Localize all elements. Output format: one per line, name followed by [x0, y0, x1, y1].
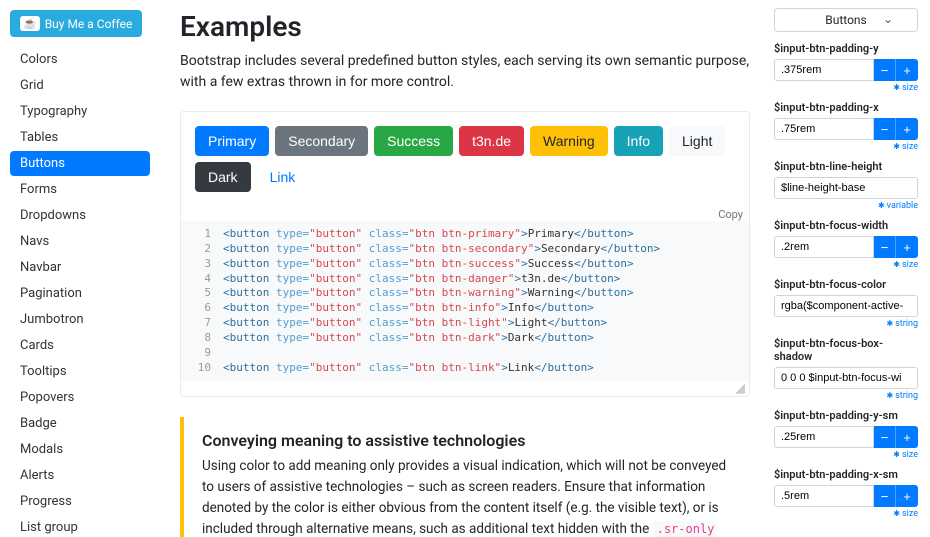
resize-handle-icon[interactable]: ◢ [181, 381, 749, 396]
sidebar-item-buttons[interactable]: Buttons [10, 151, 150, 176]
sidebar-item-grid[interactable]: Grid [10, 73, 150, 98]
sidebar-nav: ColorsGridTypographyTablesButtonsFormsDr… [10, 47, 150, 537]
variable-hint[interactable]: size [774, 142, 918, 152]
sidebar: ☕ Buy Me a Coffee ColorsGridTypographyTa… [0, 0, 160, 537]
variable-input-btn-padding-y: $input-btn-padding-y −+ size [774, 42, 918, 93]
variable-input[interactable] [774, 177, 918, 199]
sidebar-item-modals[interactable]: Modals [10, 437, 150, 462]
decrement-button[interactable]: − [874, 59, 896, 81]
variable-hint[interactable]: size [774, 260, 918, 270]
decrement-button[interactable]: − [874, 426, 896, 448]
sidebar-item-navbar[interactable]: Navbar [10, 255, 150, 280]
code-line: 1<button type="button" class="btn btn-pr… [189, 227, 741, 242]
sidebar-item-navs[interactable]: Navs [10, 229, 150, 254]
variable-input-btn-padding-y-sm: $input-btn-padding-y-sm −+ size [774, 409, 918, 460]
variable-label: $input-btn-padding-y [774, 42, 918, 55]
increment-button[interactable]: + [896, 485, 918, 507]
page-title: Examples [180, 10, 750, 43]
increment-button[interactable]: + [896, 426, 918, 448]
variable-input[interactable] [774, 426, 874, 448]
sidebar-item-tooltips[interactable]: Tooltips [10, 359, 150, 384]
success-button[interactable]: Success [374, 126, 453, 156]
copy-button[interactable]: Copy [181, 206, 749, 221]
variable-label: $input-btn-focus-width [774, 219, 918, 232]
sidebar-item-progress[interactable]: Progress [10, 489, 150, 514]
callout-body: Using color to add meaning only provides… [202, 456, 732, 537]
danger-button[interactable]: t3n.de [459, 126, 524, 156]
variable-input-btn-focus-width: $input-btn-focus-width −+ size [774, 219, 918, 270]
variable-label: $input-btn-padding-x [774, 101, 918, 114]
variable-label: $input-btn-padding-y-sm [774, 409, 918, 422]
callout-warning: Conveying meaning to assistive technolog… [180, 417, 750, 537]
variable-input-btn-focus-color: $input-btn-focus-color string [774, 278, 918, 329]
increment-button[interactable]: + [896, 118, 918, 140]
sidebar-item-tables[interactable]: Tables [10, 125, 150, 150]
sidebar-item-typography[interactable]: Typography [10, 99, 150, 124]
variable-hint[interactable]: string [774, 319, 918, 329]
variables-panel: Buttons $input-btn-padding-y−+size$input… [770, 0, 930, 537]
info-button[interactable]: Info [614, 126, 663, 156]
buy-coffee-button[interactable]: ☕ Buy Me a Coffee [10, 10, 142, 37]
main-content: Examples Bootstrap includes several pred… [160, 0, 770, 537]
variable-input-btn-padding-x: $input-btn-padding-x −+ size [774, 101, 918, 152]
sidebar-item-badge[interactable]: Badge [10, 411, 150, 436]
variable-input[interactable] [774, 485, 874, 507]
lead-text: Bootstrap includes several predefined bu… [180, 51, 750, 93]
sidebar-item-cards[interactable]: Cards [10, 333, 150, 358]
increment-button[interactable]: + [896, 236, 918, 258]
primary-button[interactable]: Primary [195, 126, 269, 156]
example-box: PrimarySecondarySuccesst3n.deWarningInfo… [180, 111, 750, 397]
example-buttons-row: PrimarySecondarySuccesst3n.deWarningInfo… [181, 112, 749, 206]
code-block[interactable]: 1<button type="button" class="btn btn-pr… [181, 221, 749, 381]
variable-label: $input-btn-focus-box-shadow [774, 337, 918, 363]
variable-input-btn-line-height: $input-btn-line-height variable [774, 160, 918, 211]
coffee-icon: ☕ [20, 16, 40, 31]
variable-input-btn-focus-box-shadow: $input-btn-focus-box-shadow string [774, 337, 918, 401]
sidebar-item-pagination[interactable]: Pagination [10, 281, 150, 306]
link-button[interactable]: Link [257, 162, 309, 192]
section-dropdown[interactable]: Buttons [774, 8, 918, 32]
warning-button[interactable]: Warning [530, 126, 608, 156]
variable-hint[interactable]: string [774, 391, 918, 401]
variable-hint[interactable]: variable [774, 201, 918, 211]
secondary-button[interactable]: Secondary [275, 126, 368, 156]
sidebar-item-popovers[interactable]: Popovers [10, 385, 150, 410]
code-line: 2<button type="button" class="btn btn-se… [189, 242, 741, 257]
code-line: 3<button type="button" class="btn btn-su… [189, 257, 741, 272]
sidebar-item-jumbotron[interactable]: Jumbotron [10, 307, 150, 332]
variable-input[interactable] [774, 295, 918, 317]
code-line: 9 [189, 346, 741, 361]
variable-input-btn-padding-x-sm: $input-btn-padding-x-sm −+ size [774, 468, 918, 519]
dark-button[interactable]: Dark [195, 162, 251, 192]
variable-input[interactable] [774, 236, 874, 258]
variable-input[interactable] [774, 59, 874, 81]
code-line: 10<button type="button" class="btn btn-l… [189, 361, 741, 376]
buy-coffee-label: Buy Me a Coffee [45, 17, 133, 31]
variable-label: $input-btn-padding-x-sm [774, 468, 918, 481]
sidebar-item-forms[interactable]: Forms [10, 177, 150, 202]
sidebar-item-colors[interactable]: Colors [10, 47, 150, 72]
sidebar-item-list-group[interactable]: List group [10, 515, 150, 537]
variable-hint[interactable]: size [774, 450, 918, 460]
variable-label: $input-btn-focus-color [774, 278, 918, 291]
variable-input[interactable] [774, 367, 918, 389]
variable-hint[interactable]: size [774, 83, 918, 93]
light-button[interactable]: Light [669, 126, 725, 156]
code-line: 4<button type="button" class="btn btn-da… [189, 272, 741, 287]
decrement-button[interactable]: − [874, 118, 896, 140]
decrement-button[interactable]: − [874, 236, 896, 258]
variable-hint[interactable]: size [774, 509, 918, 519]
callout-title: Conveying meaning to assistive technolog… [202, 431, 732, 450]
sidebar-item-alerts[interactable]: Alerts [10, 463, 150, 488]
increment-button[interactable]: + [896, 59, 918, 81]
variable-input[interactable] [774, 118, 874, 140]
variable-label: $input-btn-line-height [774, 160, 918, 173]
code-line: 6<button type="button" class="btn btn-in… [189, 301, 741, 316]
code-line: 7<button type="button" class="btn btn-li… [189, 316, 741, 331]
code-line: 5<button type="button" class="btn btn-wa… [189, 286, 741, 301]
code-line: 8<button type="button" class="btn btn-da… [189, 331, 741, 346]
sidebar-item-dropdowns[interactable]: Dropdowns [10, 203, 150, 228]
decrement-button[interactable]: − [874, 485, 896, 507]
sr-only-code: .sr-only [653, 521, 719, 537]
